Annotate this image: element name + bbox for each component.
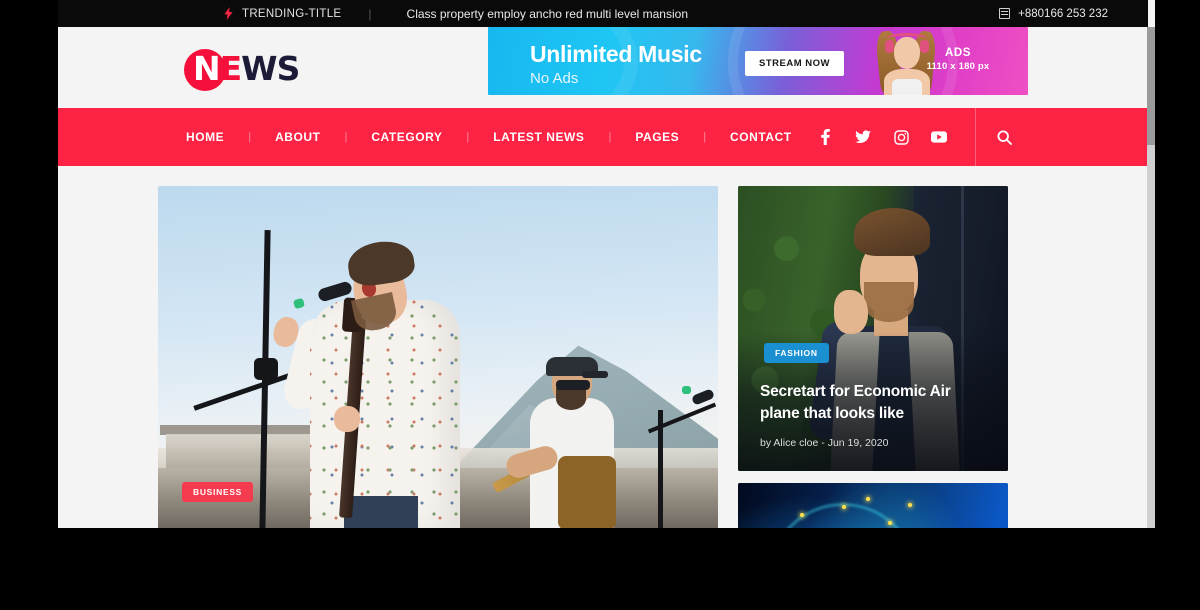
singer-strumming-hand (334, 406, 360, 432)
trending-separator: | (368, 6, 372, 21)
neon-spark (866, 497, 870, 501)
header-ad-banner[interactable]: Unlimited Music No Ads STREAM NOW ADS 11… (488, 27, 1028, 95)
nav-item-about[interactable]: ABOUT (273, 130, 322, 144)
nav-item-contact[interactable]: CONTACT (728, 130, 794, 144)
nav-item-pages[interactable]: PAGES (633, 130, 681, 144)
sidebar-post-card-1[interactable]: FASHION Secretart for Economic Air plane… (738, 186, 1008, 471)
page-root: TRENDING-TITLE | Class property employ a… (58, 0, 1148, 528)
youtube-icon[interactable] (931, 129, 947, 145)
ad-subtitle: No Ads (530, 70, 579, 87)
top-trending-bar: TRENDING-TITLE | Class property employ a… (58, 0, 1148, 27)
hero-boat (166, 434, 326, 470)
nav-item-category[interactable]: CATEGORY (369, 130, 444, 144)
site-logo[interactable]: NEWS (184, 48, 300, 91)
sidebar-card-1-category-badge[interactable]: FASHION (764, 343, 829, 363)
bass-guitar-body (558, 456, 616, 528)
ad-model-top (892, 79, 922, 95)
nav-right-group (817, 108, 1032, 166)
topbar-phone-group[interactable]: +880166 253 232 (999, 8, 1108, 20)
facebook-icon[interactable] (817, 129, 833, 145)
site-header: NEWS Unlimited Music No Ads STREAM NOW A… (58, 27, 1148, 108)
main-navigation-bar: HOME | ABOUT | CATEGORY | LATEST NEWS | … (58, 108, 1148, 166)
main-content: BUSINESS FASHION Secretart for Economic … (58, 166, 1148, 528)
nav-divider: | (466, 131, 470, 143)
trending-headline[interactable]: Class property employ ancho red multi le… (407, 7, 688, 21)
logo-wordmark: NEWS (184, 48, 300, 90)
shirt-pattern (310, 300, 460, 528)
phone-number: +880166 253 232 (1018, 7, 1108, 20)
hero-featured-post[interactable]: BUSINESS (158, 186, 718, 528)
twitter-icon[interactable] (855, 129, 871, 145)
ad-placeholder-label: ADS 1110 x 180 px (898, 47, 1018, 72)
neon-spark (908, 503, 912, 507)
model-hair (854, 208, 930, 256)
model-beard (864, 282, 914, 322)
sidebar-posts: FASHION Secretart for Economic Air plane… (738, 186, 1008, 528)
sidebar-card-1-title[interactable]: Secretart for Economic Air plane that lo… (760, 381, 988, 425)
sidebar-card-1-meta: by Alice cloe - Jun 19, 2020 (760, 437, 889, 449)
social-links-group (817, 108, 976, 166)
ad-title: Unlimited Music (530, 41, 702, 67)
sidebar-post-card-2[interactable] (738, 483, 1008, 528)
vertical-scrollbar-track[interactable] (1147, 27, 1155, 528)
newspaper-icon (999, 8, 1011, 19)
neon-spark (842, 505, 846, 509)
neon-spark (888, 521, 892, 525)
bassist-cap-brim (582, 371, 608, 378)
logo-letters-ws: WS (241, 49, 300, 88)
neon-spark (800, 513, 804, 517)
stream-now-button[interactable]: STREAM NOW (745, 51, 844, 76)
vertical-scrollbar-thumb[interactable] (1147, 27, 1155, 145)
nav-item-latest-news[interactable]: LATEST NEWS (491, 130, 586, 144)
nav-divider: | (344, 131, 348, 143)
trending-label: TRENDING-TITLE (242, 7, 342, 20)
hero-category-badge[interactable]: BUSINESS (182, 482, 254, 502)
ad-label-main: ADS (944, 47, 972, 59)
content-grid: BUSINESS FASHION Secretart for Economic … (158, 186, 1048, 528)
screen-letterbox: TRENDING-TITLE | Class property employ a… (0, 0, 1200, 610)
trending-group: TRENDING-TITLE | Class property employ a… (224, 7, 688, 21)
instagram-icon[interactable] (893, 129, 909, 145)
singer-jeans (344, 496, 418, 528)
singer-patterned-shirt (310, 300, 460, 528)
nav-divider: | (248, 131, 252, 143)
lightning-bolt-icon (224, 7, 233, 20)
nav-links: HOME | ABOUT | CATEGORY | LATEST NEWS | … (184, 108, 794, 166)
second-microphone-marker (682, 386, 691, 394)
logo-letter-n: N (193, 49, 221, 88)
nav-divider: | (608, 131, 612, 143)
bassist-beard (556, 388, 586, 410)
microphone-clamp (254, 358, 278, 380)
nav-divider: | (703, 131, 707, 143)
ad-label-dimensions: 1110 x 180 px (926, 61, 990, 72)
model-hand (834, 290, 868, 334)
browser-viewport: TRENDING-TITLE | Class property employ a… (58, 0, 1155, 528)
search-icon[interactable] (976, 108, 1032, 166)
top-bar-inner: TRENDING-TITLE | Class property employ a… (158, 0, 1108, 27)
bassist-sunglasses (556, 380, 590, 390)
headphones-cup-left (885, 40, 894, 53)
nav-item-home[interactable]: HOME (184, 130, 226, 144)
logo-letter-e: E (219, 49, 243, 88)
